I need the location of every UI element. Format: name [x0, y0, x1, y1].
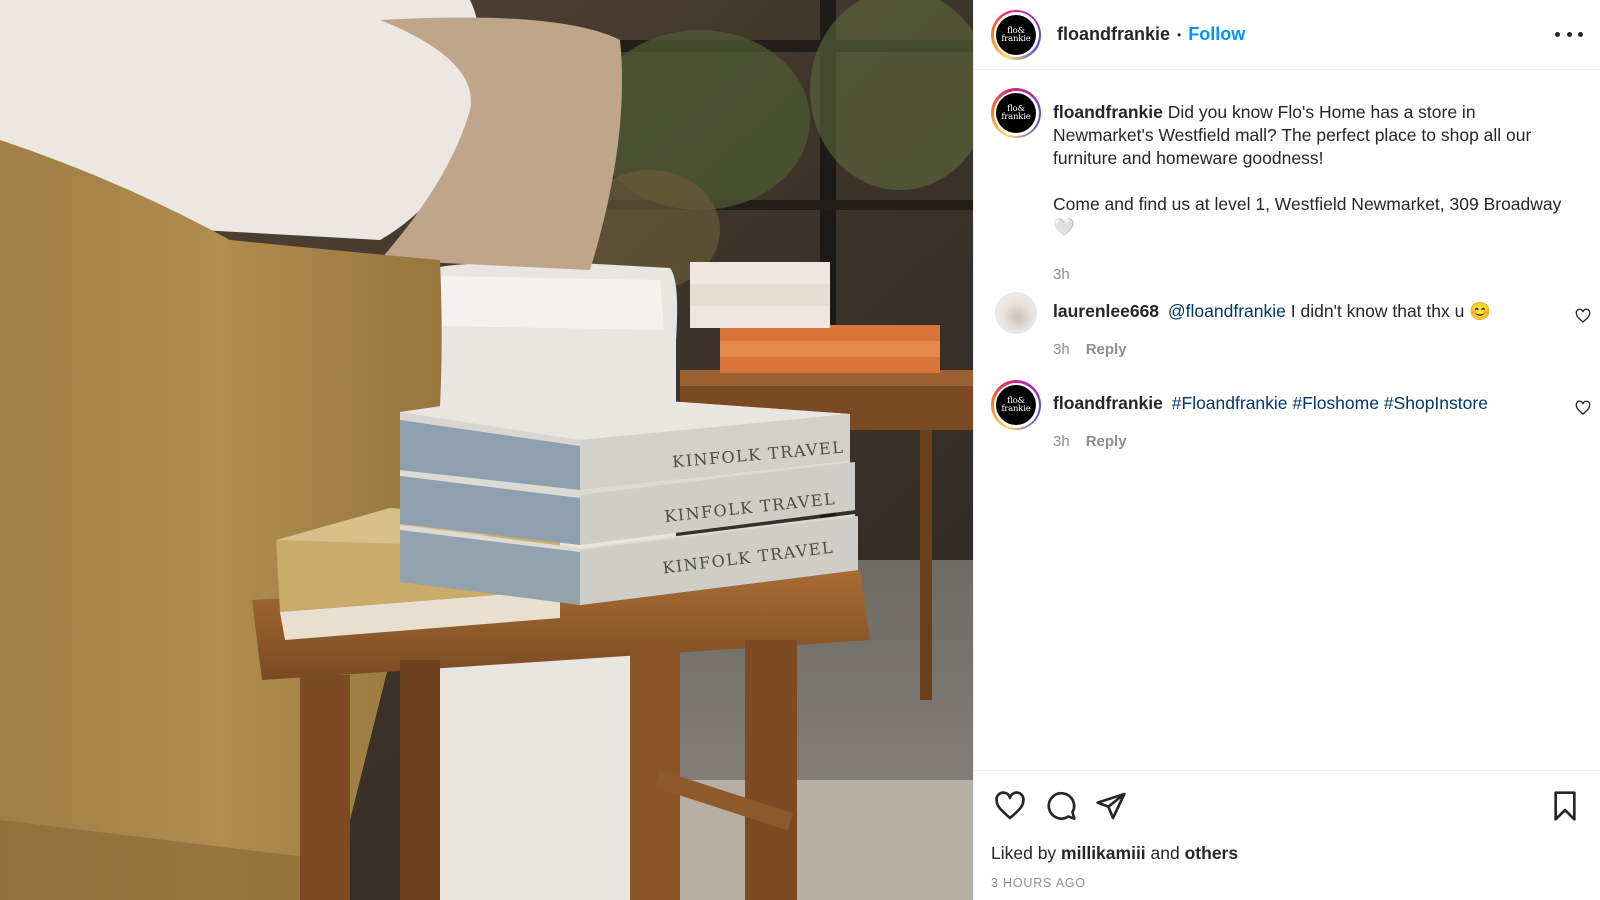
comment-body: I didn't know that thx u 😊: [1285, 301, 1492, 321]
reply-button[interactable]: Reply: [1086, 433, 1127, 450]
brand-logo: flo& frankie: [996, 385, 1036, 425]
comment-item: laurenlee668 @floandfrankie I didn't kno…: [991, 288, 1591, 358]
caption-avatar[interactable]: flo& frankie: [991, 88, 1041, 138]
caption-timestamp[interactable]: 3h: [1053, 266, 1070, 283]
author-username[interactable]: floandfrankie: [1057, 24, 1170, 45]
author-avatar[interactable]: flo& frankie: [991, 9, 1041, 60]
comment-meta: 3h Reply: [1053, 341, 1127, 358]
caption-text: floandfrankie Did you know Flo's Home ha…: [1053, 101, 1573, 239]
post-age[interactable]: 3 HOURS AGO: [991, 876, 1086, 890]
comment-mention[interactable]: @floandfrankie: [1168, 301, 1286, 321]
caption-body-2: Come and find us at level 1, Westfield N…: [1053, 194, 1562, 237]
comment-username[interactable]: floandfrankie: [1053, 393, 1163, 413]
comment-username[interactable]: laurenlee668: [1053, 301, 1159, 321]
caption-username[interactable]: floandfrankie: [1053, 102, 1163, 122]
comment-hashtags[interactable]: #Floandfrankie #Floshome #ShopInstore: [1172, 393, 1488, 413]
comment-like-icon[interactable]: [1575, 400, 1591, 416]
like-heart-icon[interactable]: [994, 790, 1026, 822]
comment-like-icon[interactable]: [1575, 308, 1591, 324]
bookmark-save-icon[interactable]: [1549, 790, 1581, 822]
comment-text: floandfrankie #Floandfrankie #Floshome #…: [1053, 392, 1533, 415]
comment-item: flo& frankie floandfrankie #Floandfranki…: [991, 380, 1591, 450]
post-actions: Liked by millikamiii and others 3 HOURS …: [974, 770, 1600, 900]
post-header: flo& frankie floandfrankie • Follow: [974, 0, 1600, 70]
share-paper-plane-icon[interactable]: [1095, 790, 1127, 822]
reply-button[interactable]: Reply: [1086, 341, 1127, 358]
comment-meta: 3h Reply: [1053, 433, 1127, 450]
header-separator: •: [1177, 27, 1182, 42]
comment-bubble-icon[interactable]: [1045, 790, 1077, 822]
brand-logo: flo& frankie: [996, 93, 1036, 133]
comment-timestamp[interactable]: 3h: [1053, 341, 1070, 358]
follow-button[interactable]: Follow: [1188, 24, 1245, 45]
brand-logo: flo& frankie: [996, 14, 1036, 55]
comment-text: laurenlee668 @floandfrankie I didn't kno…: [1053, 300, 1533, 323]
post-photo[interactable]: KINFOLK TRAVEL KINFOLK TRAVEL KINFOLK TR…: [0, 0, 973, 900]
more-options-icon[interactable]: [1555, 22, 1583, 46]
commenter-avatar[interactable]: flo& frankie: [991, 380, 1041, 430]
commenter-avatar[interactable]: [995, 292, 1037, 334]
comment-timestamp[interactable]: 3h: [1053, 433, 1070, 450]
post-side-panel: flo& frankie floandfrankie • Follow flo&…: [973, 0, 1600, 900]
liked-by-others[interactable]: others: [1185, 843, 1238, 863]
comments-section[interactable]: flo& frankie floandfrankie Did you know …: [974, 70, 1600, 770]
liked-by-text: Liked by millikamiii and others: [991, 843, 1239, 863]
liked-by-user[interactable]: millikamiii: [1061, 843, 1146, 863]
